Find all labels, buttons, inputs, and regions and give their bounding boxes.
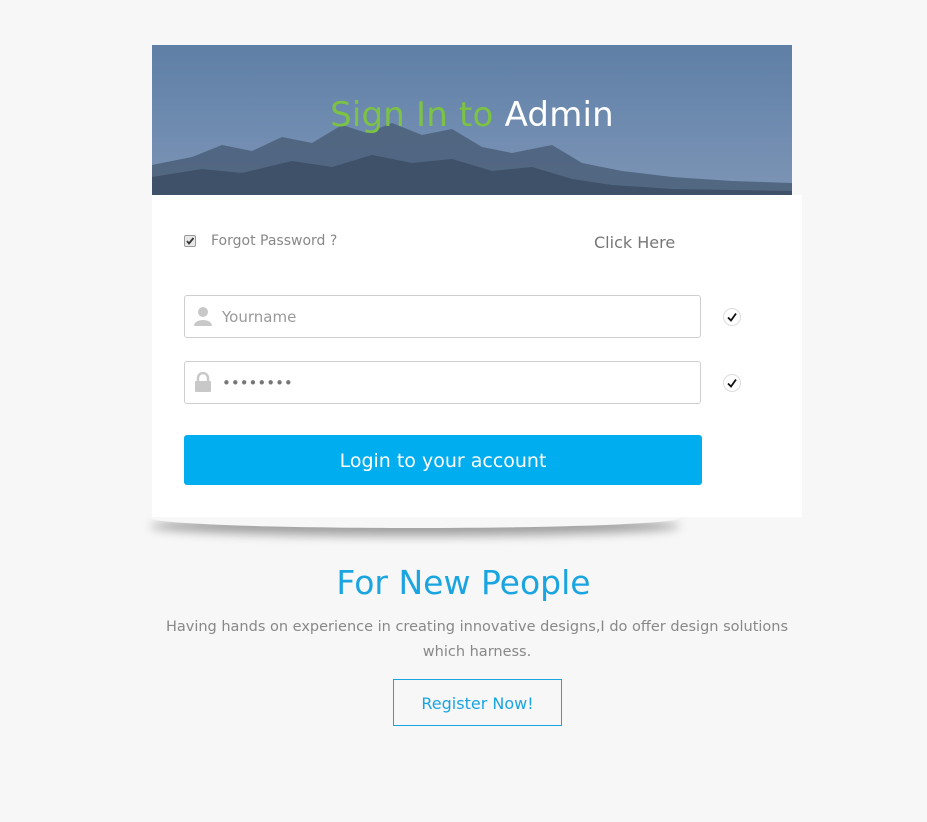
- page-title: Sign In to Admin: [152, 93, 792, 137]
- header-banner: Sign In to Admin: [152, 45, 792, 195]
- username-field[interactable]: [184, 295, 701, 338]
- username-input[interactable]: [222, 296, 682, 337]
- register-button[interactable]: Register Now!: [393, 679, 562, 726]
- check-icon: [727, 378, 737, 388]
- check-icon: [727, 312, 737, 322]
- click-here-link[interactable]: Click Here: [594, 233, 675, 252]
- promo-title: For New People: [336, 563, 591, 602]
- promo-description: Having hands on experience in creating i…: [165, 619, 789, 660]
- check-icon: [186, 237, 195, 245]
- title-prefix: Sign In to: [330, 95, 494, 135]
- forgot-password-label: Forgot Password ?: [211, 233, 338, 249]
- lock-icon: [195, 372, 211, 392]
- password-input[interactable]: [222, 362, 682, 403]
- password-valid-indicator: [723, 374, 741, 392]
- remember-checkbox[interactable]: [184, 235, 196, 247]
- title-suffix: Admin: [504, 95, 614, 135]
- username-valid-indicator: [723, 308, 741, 326]
- user-icon: [194, 307, 212, 326]
- login-card: Forgot Password ? Click Here Login to yo…: [152, 195, 802, 517]
- login-button[interactable]: Login to your account: [184, 435, 702, 485]
- password-field[interactable]: [184, 361, 701, 404]
